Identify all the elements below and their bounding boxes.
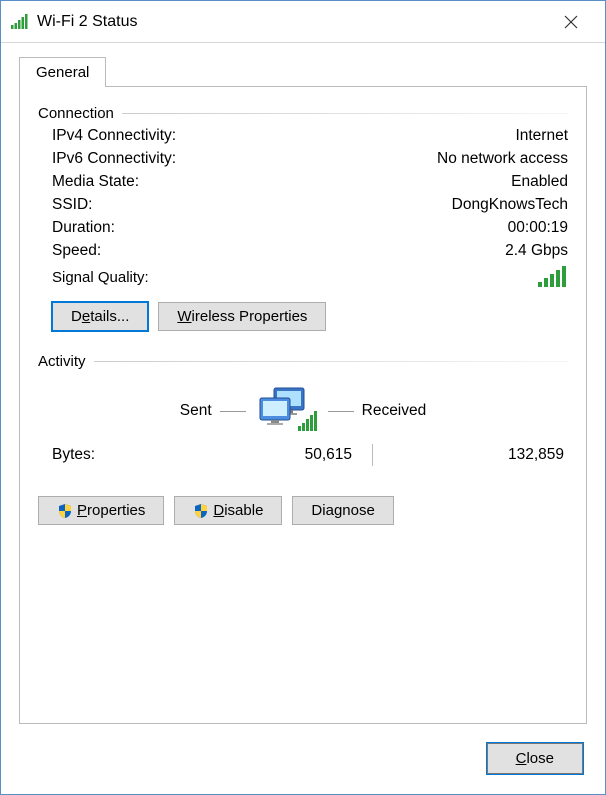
divider [352,444,392,466]
properties-button-label: Properties [77,502,145,519]
received-label: Received [362,402,427,420]
connection-legend: Connection [38,105,114,122]
group-activity: Activity Sent [38,353,568,525]
group-connection: Connection [38,105,568,122]
bytes-sent-value: 50,615 [212,446,352,464]
tab-panel-general: Connection IPv4 Connectivity: Internet I… [19,86,587,724]
divider [220,411,246,412]
row-ipv4: IPv4 Connectivity: Internet [52,127,568,145]
shield-icon [57,503,73,519]
window-close-button[interactable] [549,7,593,37]
bytes-label: Bytes: [52,446,212,464]
close-icon [564,15,578,29]
footer: Close [1,727,605,794]
row-speed: Speed: 2.4 Gbps [52,242,568,260]
ssid-value: DongKnowsTech [452,196,568,214]
activity-diagram: Sent [38,386,568,436]
ipv6-label: IPv6 Connectivity: [52,150,176,168]
diagnose-button-label: Diagnose [311,502,374,519]
connection-buttons: Details... Wireless Properties [52,302,568,331]
divider [122,113,568,114]
sent-label: Sent [180,402,212,420]
titlebar: Wi-Fi 2 Status [1,1,605,43]
tab-strip: General [19,57,587,86]
window: Wi-Fi 2 Status General Connection IPv4 C… [0,0,606,795]
wireless-properties-label: Wireless Properties [177,308,307,325]
disable-button-label: Disable [213,502,263,519]
media-state-label: Media State: [52,173,139,191]
disable-button[interactable]: Disable [174,496,282,525]
details-button-label: Details... [71,308,129,325]
details-button[interactable]: Details... [52,302,148,331]
ipv4-value: Internet [515,127,568,145]
tab-general[interactable]: General [19,57,106,87]
shield-icon [193,503,209,519]
row-ipv6: IPv6 Connectivity: No network access [52,150,568,168]
divider [328,411,354,412]
ssid-label: SSID: [52,196,92,214]
row-duration: Duration: 00:00:19 [52,219,568,237]
duration-label: Duration: [52,219,115,237]
row-signal-quality: Signal Quality: [52,266,568,288]
wireless-properties-button[interactable]: Wireless Properties [158,302,326,331]
row-bytes: Bytes: 50,615 132,859 [52,444,568,466]
properties-button[interactable]: Properties [38,496,164,525]
signal-quality-icon [538,266,568,288]
computers-icon [254,386,320,436]
activity-legend: Activity [38,353,86,370]
row-media-state: Media State: Enabled [52,173,568,191]
duration-value: 00:00:19 [508,219,568,237]
bytes-received-value: 132,859 [392,446,568,464]
wifi-signal-icon [11,14,29,30]
speed-value: 2.4 Gbps [505,242,568,260]
ipv6-value: No network access [437,150,568,168]
ipv4-label: IPv4 Connectivity: [52,127,176,145]
close-button[interactable]: Close [487,743,583,774]
close-button-label: Close [516,750,554,767]
signal-quality-label: Signal Quality: [52,269,149,286]
content-area: General Connection IPv4 Connectivity: In… [1,43,605,727]
speed-label: Speed: [52,242,101,260]
media-state-value: Enabled [511,173,568,191]
row-ssid: SSID: DongKnowsTech [52,196,568,214]
divider [94,361,568,362]
activity-buttons: Properties Disable Diagno [38,496,568,525]
diagnose-button[interactable]: Diagnose [292,496,393,525]
window-title: Wi-Fi 2 Status [37,13,549,31]
